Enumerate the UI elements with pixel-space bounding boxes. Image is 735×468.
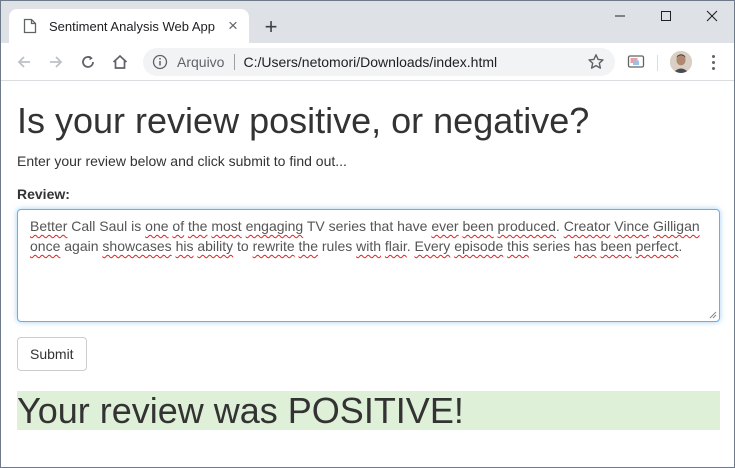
misspelled-word: his <box>175 238 194 254</box>
misspelled-word: has <box>574 238 597 254</box>
misspelled-word: produced <box>497 218 556 234</box>
misspelled-word: with <box>356 238 382 254</box>
misspelled-word: Gilligan <box>652 218 700 234</box>
home-icon[interactable] <box>107 49 133 75</box>
misspelled-word: one <box>145 218 169 234</box>
maximize-icon[interactable] <box>643 1 689 31</box>
misspelled-word: been <box>600 238 632 254</box>
tab-title: Sentiment Analysis Web App <box>49 18 215 34</box>
page-title: Is your review positive, or negative? <box>17 100 590 141</box>
plus-icon[interactable]: + <box>259 14 283 39</box>
tab-sentiment-analysis[interactable]: Sentiment Analysis Web App × <box>9 9 249 43</box>
browser-toolbar: Arquivo C:/Users/netomori/Downloads/inde… <box>1 43 734 81</box>
misspelled-word: engaging <box>245 218 304 234</box>
misspelled-word: the <box>188 218 208 234</box>
toolbar-divider <box>657 55 658 71</box>
browser-window: Sentiment Analysis Web App × + Arquivo C… <box>0 0 735 468</box>
info-icon[interactable] <box>151 53 169 71</box>
address-bar[interactable]: Arquivo C:/Users/netomori/Downloads/inde… <box>143 48 615 76</box>
back-arrow-icon[interactable] <box>11 49 37 75</box>
close-icon[interactable]: × <box>223 16 243 36</box>
menu-dots-icon[interactable] <box>703 52 723 72</box>
minimize-icon[interactable] <box>597 1 643 31</box>
misspelled-word: showcases <box>102 238 172 254</box>
misspelled-word: perfect <box>635 238 679 254</box>
intro-text: Enter your review below and click submit… <box>17 153 347 169</box>
review-word: again <box>60 238 103 254</box>
cast-icon[interactable] <box>627 53 645 71</box>
misspelled-word: this <box>507 238 529 254</box>
misspelled-word: ability <box>197 238 234 254</box>
misspelled-word: once <box>30 238 61 254</box>
page-content: Is your review positive, or negative? En… <box>17 81 720 430</box>
review-word: . <box>406 238 415 254</box>
review-word: series <box>528 238 575 254</box>
misspelled-word: been <box>462 218 494 234</box>
misspelled-word: rewrite <box>252 238 295 254</box>
review-word: . <box>555 218 564 234</box>
misspelled-word: ever <box>431 218 459 234</box>
forward-arrow-icon[interactable] <box>43 49 69 75</box>
resize-grip-icon[interactable] <box>709 311 717 319</box>
tab-strip: Sentiment Analysis Web App × + <box>1 1 734 43</box>
misspelled-word: of <box>172 218 185 234</box>
result-banner: Your review was POSITIVE! <box>17 391 720 430</box>
review-textarea[interactable]: Better Call Saul is one of the most enga… <box>17 209 720 322</box>
omnibox-divider <box>234 54 236 70</box>
misspelled-word: Better <box>30 218 68 234</box>
origin-label: Arquivo <box>177 54 225 70</box>
review-word: to <box>233 238 253 254</box>
review-label: Review: <box>17 186 70 202</box>
misspelled-word: most <box>211 218 242 234</box>
misspelled-word: Vince <box>614 218 650 234</box>
misspelled-word: the <box>298 238 318 254</box>
reload-icon[interactable] <box>75 49 101 75</box>
review-word: . <box>678 238 683 254</box>
misspelled-word: Creator <box>563 218 611 234</box>
misspelled-word: flair <box>384 238 407 254</box>
review-word: Call Saul is <box>71 218 146 234</box>
url-text[interactable]: C:/Users/netomori/Downloads/index.html <box>243 54 497 70</box>
misspelled-word: Every <box>414 238 451 254</box>
document-icon <box>23 18 37 34</box>
avatar[interactable] <box>670 51 692 73</box>
window-close-icon[interactable] <box>689 1 734 31</box>
star-icon[interactable] <box>587 53 605 71</box>
review-text: Better Call Saul is one of the most enga… <box>30 218 700 254</box>
misspelled-word: episode <box>454 238 504 254</box>
review-word: rules <box>318 238 357 254</box>
review-word: TV series that have <box>303 218 432 234</box>
submit-button[interactable]: Submit <box>17 337 87 371</box>
